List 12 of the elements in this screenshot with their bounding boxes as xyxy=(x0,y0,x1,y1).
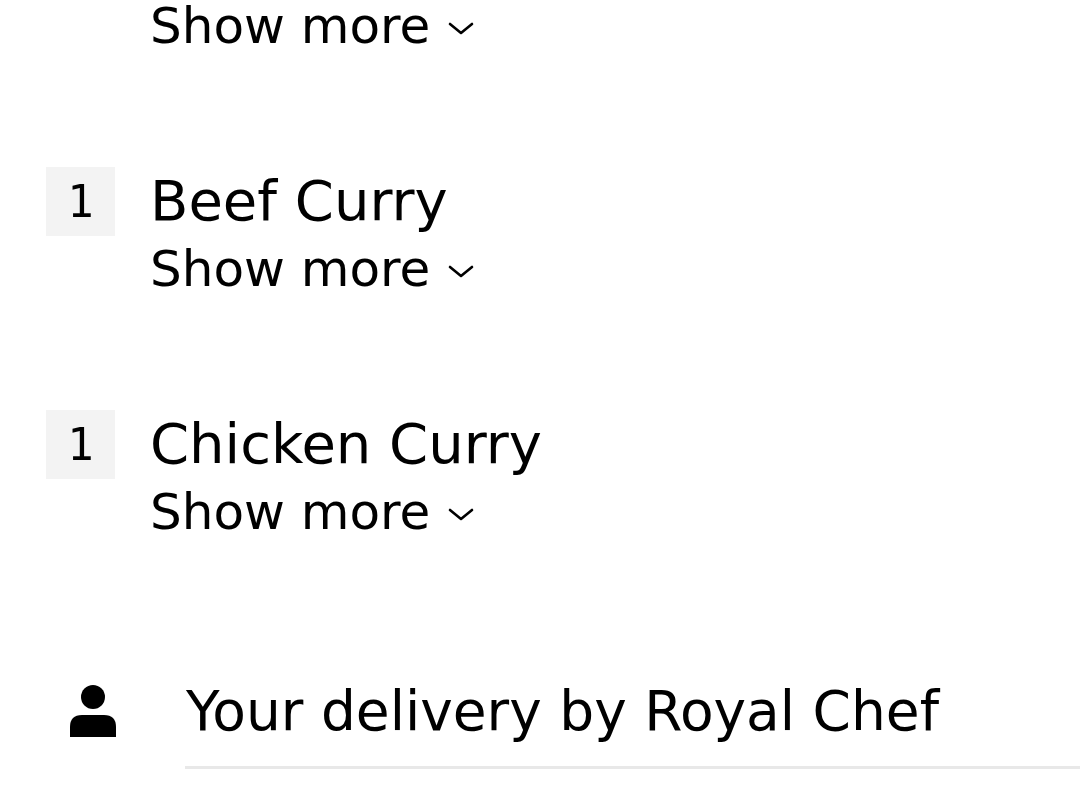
show-more-button[interactable]: Show more xyxy=(150,480,475,544)
item-name: Chicken Curry xyxy=(150,410,542,478)
show-more-button[interactable]: Show more xyxy=(150,0,475,58)
chevron-down-icon xyxy=(448,22,475,36)
delivery-heading: Your delivery by Royal Chef xyxy=(186,678,940,745)
quantity-badge: 1 xyxy=(46,410,115,479)
person-icon xyxy=(70,685,116,737)
quantity-badge: 1 xyxy=(46,167,115,236)
chevron-down-icon xyxy=(448,508,475,522)
show-more-button[interactable]: Show more xyxy=(150,237,475,301)
chevron-down-icon xyxy=(448,265,475,279)
item-name: Beef Curry xyxy=(150,167,448,235)
